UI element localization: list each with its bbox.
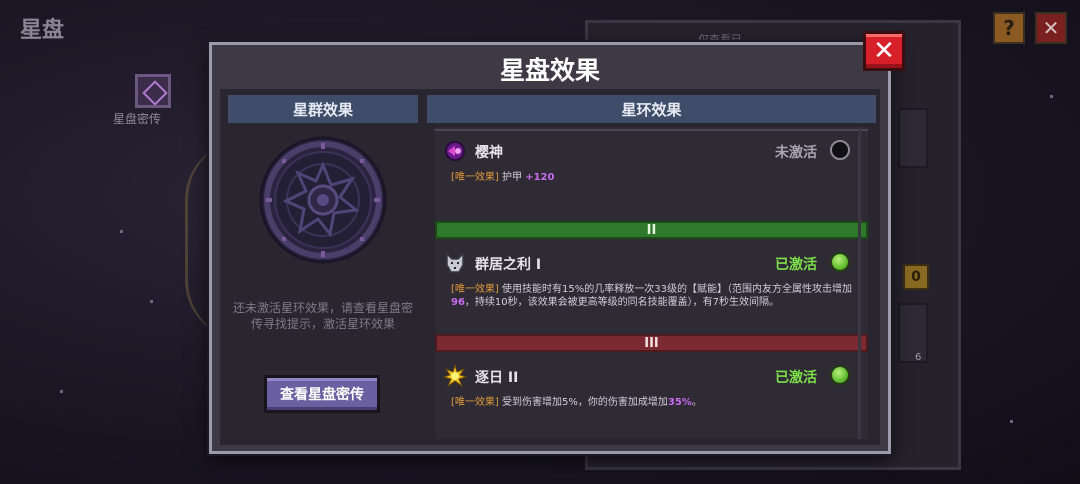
bg-star [120, 230, 123, 233]
desc-value: +120 [525, 172, 555, 183]
scrollbar[interactable] [858, 127, 861, 439]
sakura-icon [443, 139, 467, 163]
entry-name: 樱神 [475, 145, 503, 161]
status-label: 未激活 [775, 145, 817, 161]
constellation-header: 星群效果 [228, 95, 418, 123]
bg-star [60, 390, 63, 393]
entry-name: 逐日 II [475, 370, 519, 386]
status-indicator-icon [830, 140, 850, 160]
dialog-title: 星盘效果 [499, 56, 600, 85]
bg-count: 6 [915, 352, 922, 363]
wolf-icon [443, 251, 467, 275]
entry-header: 逐日 II 已激活 [435, 362, 868, 390]
status-indicator-icon [830, 252, 850, 272]
tier-divider-3: III [435, 334, 868, 352]
entry-description: [唯一效果] 受到伤害增加5%，你的伤害加成增加35%。 [451, 396, 857, 409]
inactive-hint: 还未激活星环效果，请查看星盘密传寻找提示，激活星环效果 [232, 301, 413, 331]
desc-text: 受到伤害增加5%，你的伤害加成增加 [502, 397, 668, 408]
unique-effect-tag: [唯一效果] [451, 172, 499, 183]
effects-list[interactable]: 樱神 未激活 [唯一效果] 护甲 +120 II 群居之利 I 已激活 [唯一效… [435, 127, 868, 439]
entry-description: [唯一效果] 使用技能时有15%的几率释放一次33级的【赋能】（范围内友方全属性… [451, 283, 857, 309]
bg-star [1050, 95, 1053, 98]
unique-effect-tag: [唯一效果] [451, 284, 499, 295]
close-icon: ✕ [873, 36, 895, 66]
star-disk-effects-dialog: 星盘效果 ✕ 星群效果 还未激活星环效果，请查看星盘密传寻找提示，激活星环效果 … [209, 31, 905, 454]
astrolabe-lore-icon[interactable] [135, 74, 171, 108]
constellation-panel: 星群效果 还未激活星环效果，请查看星盘密传寻找提示，激活星环效果 查看星盘密传 [228, 95, 418, 439]
desc-value: 96 [451, 297, 465, 308]
divider [435, 129, 868, 131]
star-ring-panel: 星环效果 樱神 未激活 [唯一效果] 护甲 +120 II 群居之利 I 已激活… [427, 95, 876, 439]
sun-icon [443, 364, 467, 388]
entry-name: 群居之利 I [475, 257, 542, 273]
bg-slot [898, 108, 928, 168]
side-nav-label[interactable]: 星盘密传 [113, 110, 161, 127]
bg-slot [898, 303, 928, 363]
view-lore-button[interactable]: 查看星盘密传 [264, 375, 380, 413]
desc-text: 。 [691, 397, 702, 408]
entry-description: [唯一效果] 护甲 +120 [451, 171, 857, 184]
bg-star [1010, 420, 1013, 423]
entry-header: 樱神 未激活 [435, 137, 868, 165]
desc-text: ，持续10秒，该效果会被更高等级的同名技能覆盖），有7秒生效间隔。 [464, 297, 780, 308]
desc-value: 35% [667, 397, 692, 408]
page-close-button[interactable]: ✕ [1035, 12, 1067, 44]
tier-divider-2: II [435, 221, 868, 239]
star-ring-header: 星环效果 [427, 95, 876, 123]
help-button[interactable]: ? [993, 12, 1025, 44]
astrolabe-icon [259, 136, 387, 264]
status-label: 已激活 [775, 370, 817, 386]
entry-header: 群居之利 I 已激活 [435, 249, 868, 277]
coin-icon: 0 [903, 264, 929, 290]
dialog-close-button[interactable]: ✕ [863, 31, 905, 71]
bg-star [150, 300, 153, 303]
desc-text: 护甲 [502, 172, 526, 183]
page-title: 星盘 [20, 18, 65, 43]
status-indicator-icon [830, 365, 850, 385]
dialog-body: 星群效果 还未激活星环效果，请查看星盘密传寻找提示，激活星环效果 查看星盘密传 [220, 89, 880, 445]
status-label: 已激活 [775, 257, 817, 273]
desc-text: 使用技能时有15%的几率释放一次33级的【赋能】（范围内友方全属性攻击增加 [502, 284, 852, 295]
unique-effect-tag: [唯一效果] [451, 397, 499, 408]
